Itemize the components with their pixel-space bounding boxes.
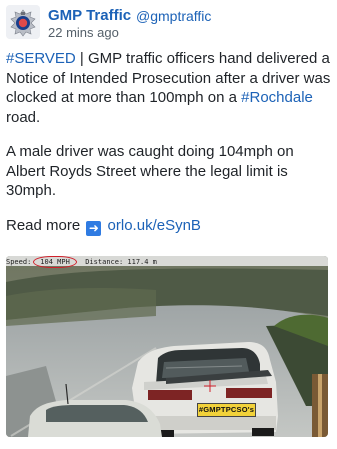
account-handle[interactable]: @gmptraffic: [136, 8, 211, 24]
police-badge-icon: [6, 5, 40, 39]
post-link[interactable]: orlo.uk/eSynB: [108, 217, 201, 234]
hashtag-served[interactable]: #SERVED: [6, 50, 76, 67]
number-plate: #GMPTPCSO's: [197, 403, 256, 417]
hashtag-rochdale[interactable]: #Rochdale: [241, 89, 313, 106]
post-timestamp[interactable]: 22 mins ago: [48, 25, 119, 40]
post-image[interactable]: Speed: 104 MPH Distance: 117.4 m #GMPTPCS…: [6, 256, 328, 437]
distance-reading: Distance: 117.4 m: [85, 258, 157, 266]
speed-reading: 104 MPH: [33, 256, 77, 268]
speed-label: Speed:: [6, 258, 32, 266]
post-header: GMP Traffic @gmptraffic 22 mins ago: [6, 5, 331, 40]
post-body: #SERVED | GMP traffic officers hand deli…: [6, 49, 331, 236]
right-arrow-icon: ➜: [86, 220, 102, 236]
read-more-line: Read more ➜ orlo.uk/eSynB: [6, 216, 331, 236]
camera-overlay: Speed: 104 MPH Distance: 117.4 m: [6, 256, 328, 268]
post-paragraph-2: A male driver was caught doing 104mph on…: [6, 143, 294, 199]
avatar[interactable]: [6, 5, 40, 39]
read-more-label: Read more: [6, 216, 81, 234]
display-name[interactable]: GMP Traffic: [48, 7, 131, 24]
paragraph-1-end: road.: [6, 108, 41, 126]
post-paragraph-1: #SERVED | GMP traffic officers hand deli…: [6, 49, 331, 127]
speed-camera-photo: [6, 256, 328, 437]
